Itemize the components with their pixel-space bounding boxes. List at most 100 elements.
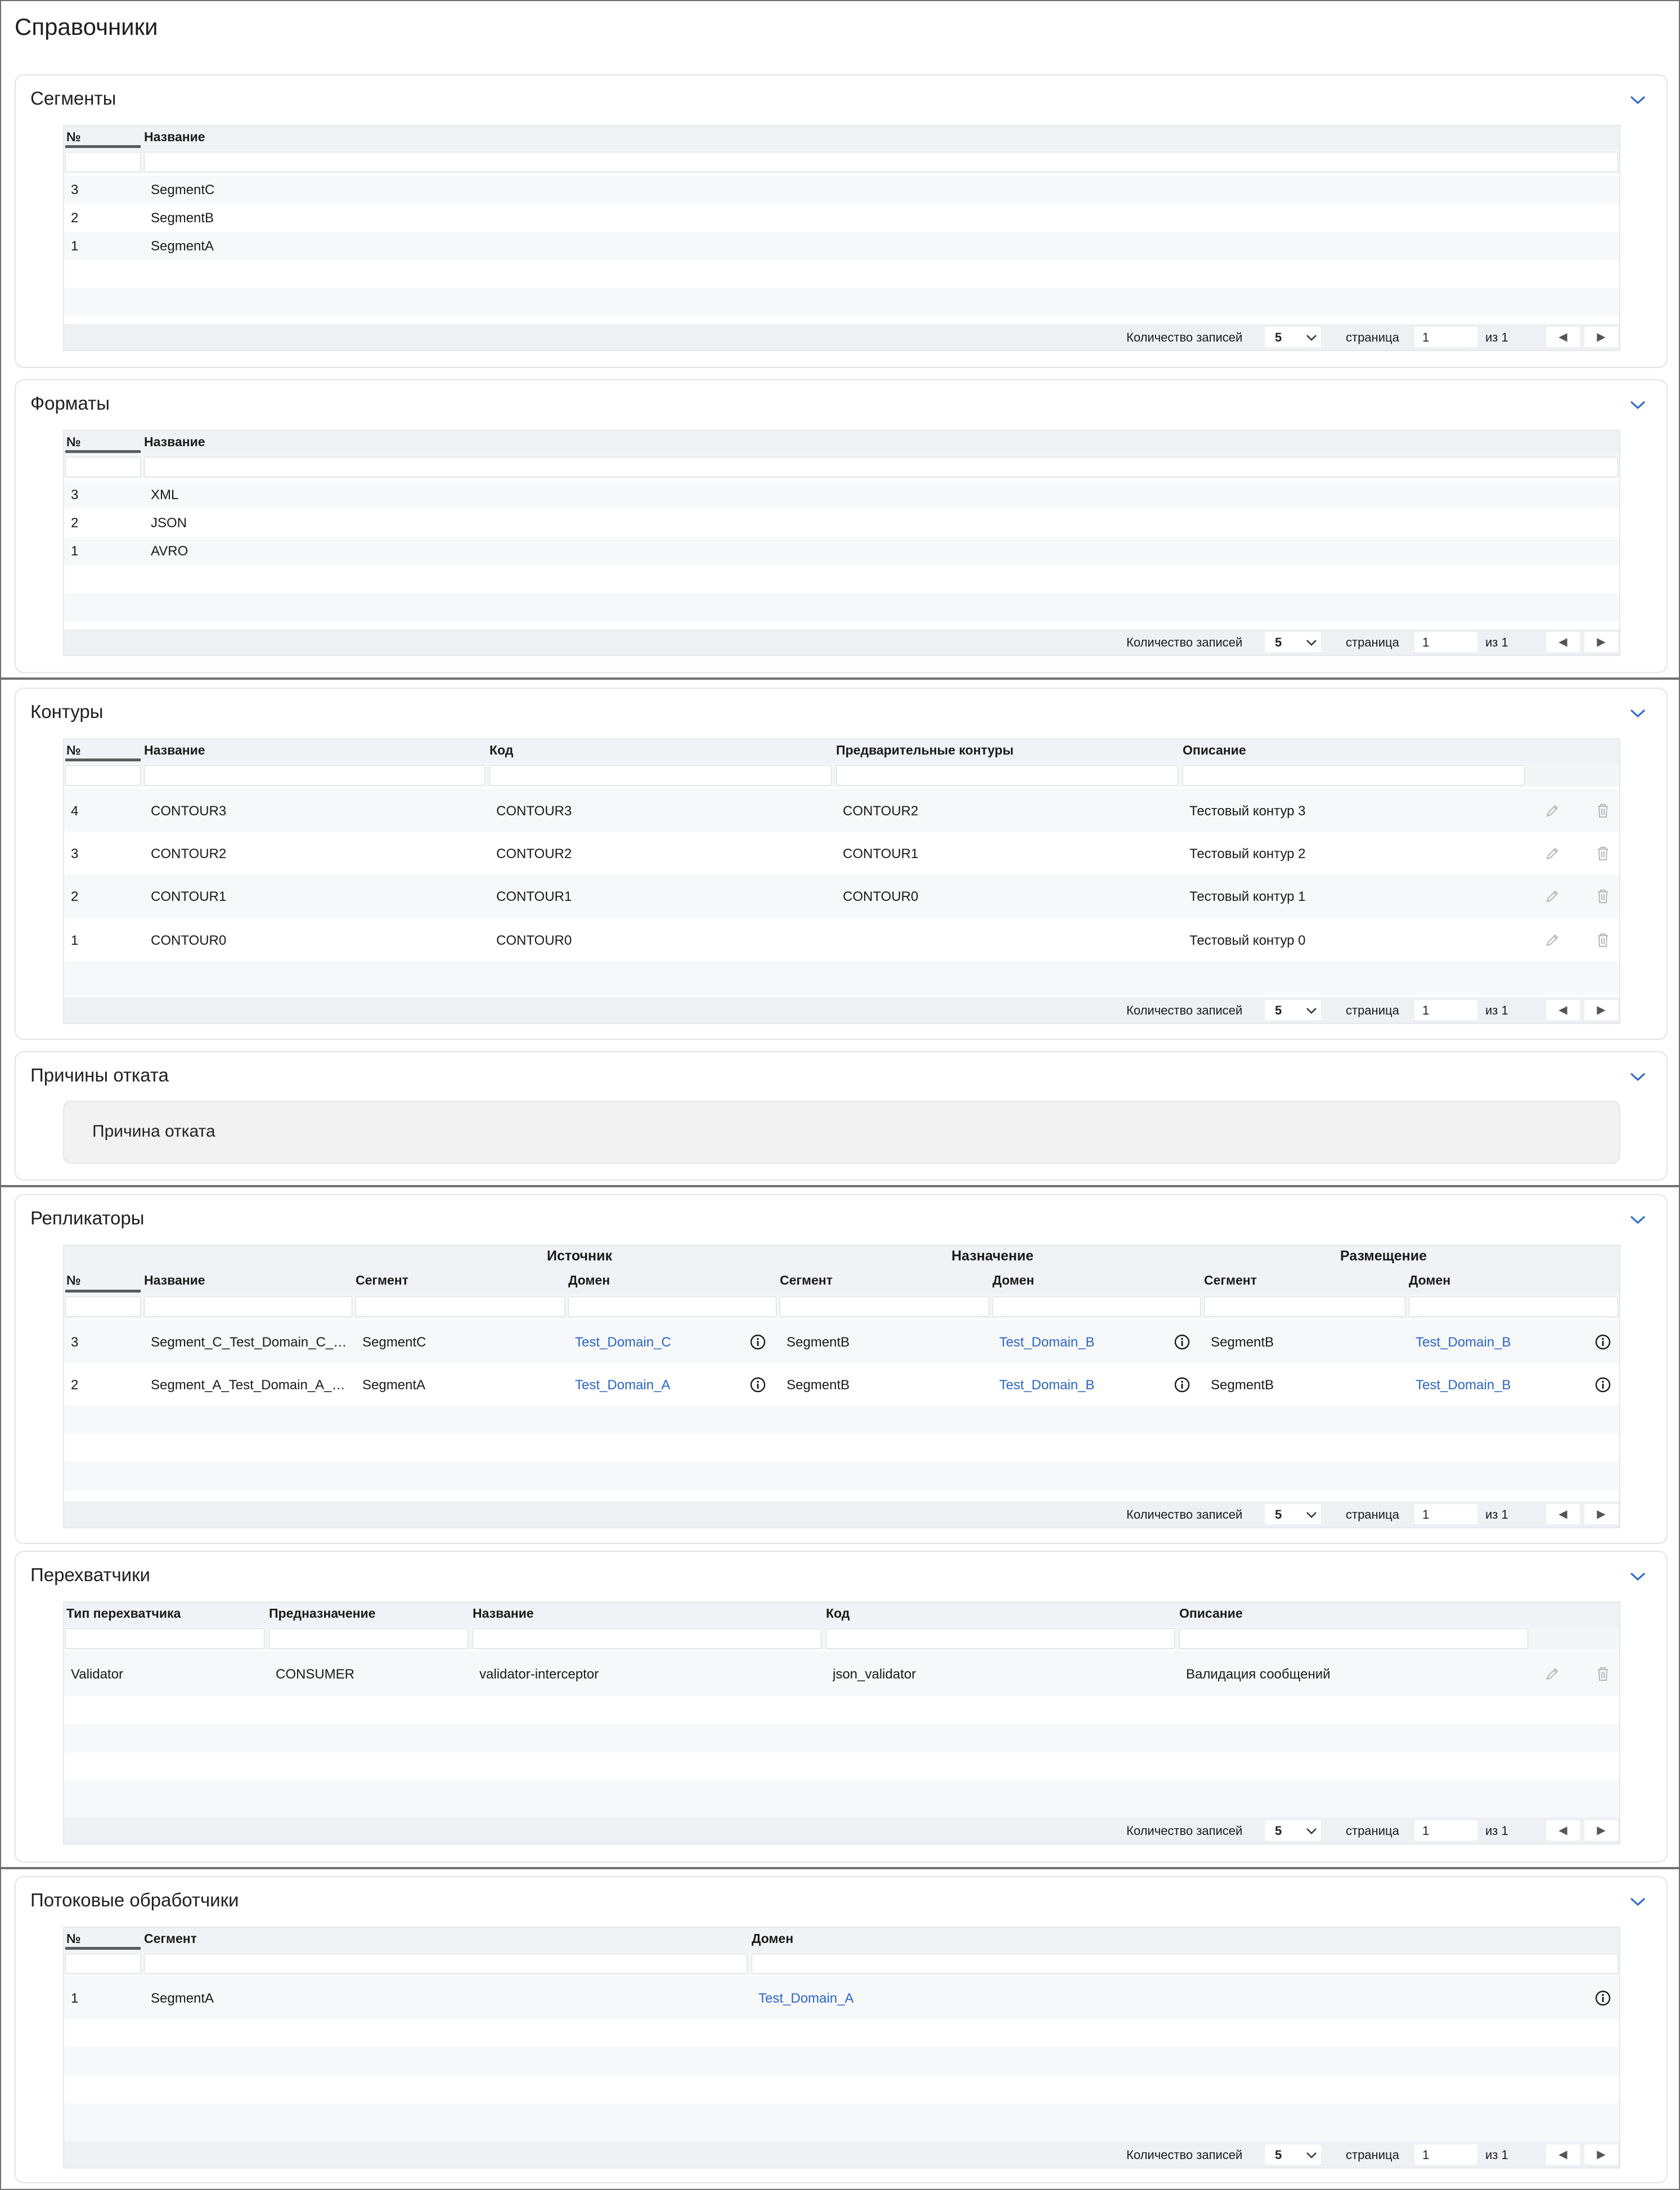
column-header-name[interactable]: Название <box>144 129 205 145</box>
table-row[interactable]: 1 SegmentA Test_Domain_A <box>64 1976 1619 2019</box>
rollback-reason-item[interactable]: Причина отката <box>63 1101 1620 1164</box>
next-page-button[interactable]: ▶ <box>1584 2144 1618 2165</box>
edit-icon[interactable] <box>1544 845 1561 862</box>
filter-input-dest-domain[interactable] <box>992 1296 1201 1317</box>
next-page-button[interactable]: ▶ <box>1584 1820 1618 1841</box>
column-header-purpose[interactable]: Предназначение <box>269 1606 375 1621</box>
filter-input-code[interactable] <box>489 765 832 786</box>
column-header-segment[interactable]: Сегмент <box>144 1931 197 1946</box>
info-icon[interactable] <box>749 1376 766 1393</box>
filter-input-number[interactable] <box>65 152 141 172</box>
column-header-prev-contours[interactable]: Предварительные контуры <box>836 743 1013 758</box>
column-header-source-segment[interactable]: Сегмент <box>356 1273 408 1288</box>
filter-input-number[interactable] <box>65 457 141 477</box>
column-header-number[interactable]: № <box>66 434 81 450</box>
column-header-placement-domain[interactable]: Домен <box>1409 1273 1450 1288</box>
table-row[interactable]: 2 Segment_A_Test_Domain_A_Segment_B_Test… <box>64 1363 1619 1406</box>
table-row[interactable]: 3 SegmentC <box>64 176 1619 204</box>
prev-page-button[interactable]: ◀ <box>1546 1820 1580 1841</box>
table-row[interactable]: 1 SegmentA <box>64 232 1619 260</box>
edit-icon[interactable] <box>1544 888 1561 905</box>
column-header-code[interactable]: Код <box>489 743 513 758</box>
column-header-source-domain[interactable]: Домен <box>568 1273 610 1288</box>
column-header-description[interactable]: Описание <box>1179 1606 1243 1621</box>
delete-icon[interactable] <box>1594 802 1611 819</box>
edit-icon[interactable] <box>1544 932 1561 949</box>
table-row[interactable]: 2 SegmentB <box>64 204 1619 232</box>
prev-page-button[interactable]: ◀ <box>1546 1504 1580 1524</box>
table-row[interactable]: 3 CONTOUR2 CONTOUR2 CONTOUR1 Тестовый ко… <box>64 832 1619 874</box>
domain-link[interactable]: Test_Domain_B <box>999 1335 1094 1350</box>
column-header-placement-segment[interactable]: Сегмент <box>1204 1273 1257 1288</box>
chevron-down-icon[interactable] <box>1629 1214 1646 1226</box>
domain-link[interactable]: Test_Domain_A <box>575 1377 670 1393</box>
delete-icon[interactable] <box>1594 1666 1611 1682</box>
column-header-dest-domain[interactable]: Домен <box>992 1273 1034 1288</box>
next-page-button[interactable]: ▶ <box>1584 327 1618 347</box>
chevron-down-icon[interactable] <box>1629 95 1646 106</box>
column-header-number[interactable]: № <box>66 129 81 145</box>
table-row[interactable]: Validator CONSUMER validator-interceptor… <box>64 1651 1619 1696</box>
filter-input-domain[interactable] <box>752 1954 1618 1974</box>
filter-input-number[interactable] <box>65 1296 141 1317</box>
filter-input-number[interactable] <box>65 1954 141 1974</box>
column-header-name[interactable]: Название <box>144 743 205 758</box>
chevron-down-icon[interactable] <box>1629 400 1646 411</box>
info-icon[interactable] <box>1594 1990 1611 2007</box>
next-page-button[interactable]: ▶ <box>1584 1000 1618 1020</box>
domain-link[interactable]: Test_Domain_B <box>1416 1377 1511 1393</box>
column-header-name[interactable]: Название <box>144 434 205 450</box>
domain-link[interactable]: Test_Domain_C <box>575 1335 671 1350</box>
delete-icon[interactable] <box>1594 845 1611 862</box>
filter-input-placement-segment[interactable] <box>1204 1296 1405 1317</box>
column-header-name[interactable]: Название <box>144 1273 205 1288</box>
edit-icon[interactable] <box>1544 1666 1561 1682</box>
table-row[interactable]: 2 JSON <box>64 509 1619 537</box>
next-page-button[interactable]: ▶ <box>1584 632 1618 652</box>
table-row[interactable]: 1 AVRO <box>64 537 1619 565</box>
chevron-down-icon[interactable] <box>1629 1571 1646 1582</box>
filter-input-description[interactable] <box>1183 765 1525 786</box>
column-header-name[interactable]: Название <box>473 1606 534 1621</box>
table-row[interactable]: 1 CONTOUR0 CONTOUR0 Тестовый контур 0 <box>64 918 1619 961</box>
filter-input-name[interactable] <box>144 152 1618 172</box>
filter-input-placement-domain[interactable] <box>1409 1296 1618 1317</box>
filter-input-description[interactable] <box>1179 1628 1528 1649</box>
chevron-down-icon[interactable] <box>1629 708 1646 719</box>
info-icon[interactable] <box>1174 1334 1191 1350</box>
column-header-description[interactable]: Описание <box>1183 743 1246 758</box>
domain-link[interactable]: Test_Domain_B <box>999 1377 1094 1393</box>
column-header-number[interactable]: № <box>66 1273 81 1288</box>
next-page-button[interactable]: ▶ <box>1584 1504 1618 1524</box>
column-header-domain[interactable]: Домен <box>752 1931 793 1946</box>
table-row[interactable]: 2 CONTOUR1 CONTOUR1 CONTOUR0 Тестовый ко… <box>64 874 1619 918</box>
column-header-number[interactable]: № <box>66 743 81 758</box>
filter-input-interceptor-type[interactable] <box>65 1628 264 1649</box>
prev-page-button[interactable]: ◀ <box>1546 632 1580 652</box>
info-icon[interactable] <box>1174 1376 1191 1393</box>
filter-input-dest-segment[interactable] <box>780 1296 989 1317</box>
prev-page-button[interactable]: ◀ <box>1546 2144 1580 2165</box>
filter-input-number[interactable] <box>65 765 141 786</box>
table-row[interactable]: 4 CONTOUR3 CONTOUR3 CONTOUR2 Тестовый ко… <box>64 789 1619 832</box>
domain-link[interactable]: Test_Domain_B <box>1416 1335 1511 1350</box>
delete-icon[interactable] <box>1594 888 1611 905</box>
prev-page-button[interactable]: ◀ <box>1546 327 1580 347</box>
filter-input-name[interactable] <box>144 1296 352 1317</box>
filter-input-name[interactable] <box>144 457 1618 477</box>
edit-icon[interactable] <box>1544 802 1561 819</box>
column-header-number[interactable]: № <box>66 1931 81 1946</box>
filter-input-name[interactable] <box>473 1628 821 1649</box>
chevron-down-icon[interactable] <box>1629 1071 1646 1083</box>
column-header-interceptor-type[interactable]: Тип перехватчика <box>66 1606 181 1621</box>
filter-input-source-domain[interactable] <box>568 1296 776 1317</box>
info-icon[interactable] <box>1594 1334 1611 1350</box>
filter-input-source-segment[interactable] <box>356 1296 565 1317</box>
column-header-dest-segment[interactable]: Сегмент <box>780 1273 833 1288</box>
info-icon[interactable] <box>749 1334 766 1350</box>
filter-input-prev-contours[interactable] <box>836 765 1178 786</box>
chevron-down-icon[interactable] <box>1629 1896 1646 1908</box>
filter-input-code[interactable] <box>826 1628 1175 1649</box>
table-row[interactable]: 3 XML <box>64 481 1619 509</box>
info-icon[interactable] <box>1594 1376 1611 1393</box>
